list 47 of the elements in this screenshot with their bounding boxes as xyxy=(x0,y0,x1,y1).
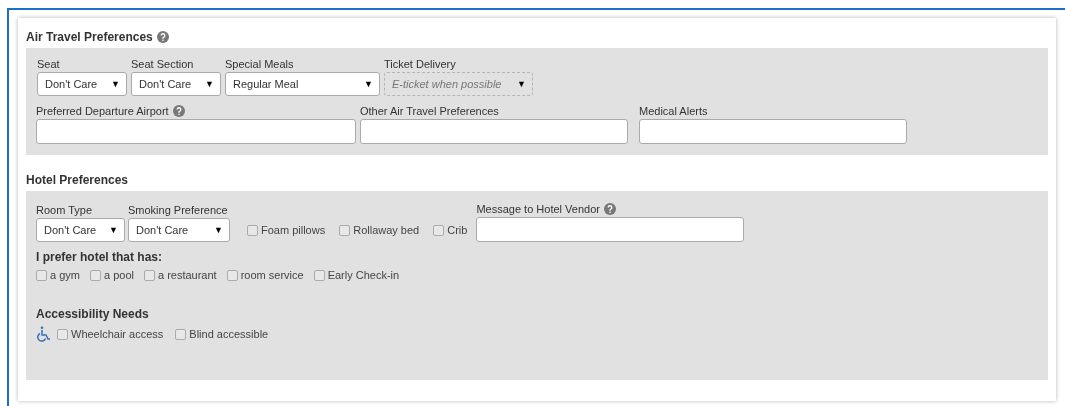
text-input[interactable] xyxy=(476,217,745,242)
checkbox-option[interactable]: room service xyxy=(226,269,304,281)
dropdown[interactable]: Don't Care ▼ xyxy=(128,218,230,242)
dropdown[interactable]: Don't Care ▼ xyxy=(36,218,125,242)
wheelchair-icon xyxy=(36,326,51,342)
section-title: Hotel Preferences xyxy=(26,173,129,187)
checkbox-option[interactable]: Wheelchair access xyxy=(57,328,164,340)
checkbox-option[interactable]: a pool xyxy=(89,269,134,281)
amenities-heading: I prefer hotel that has: xyxy=(36,250,164,266)
dropdown[interactable]: Don't Care ▼ xyxy=(131,72,221,96)
field-label: Preferred Departure Airport xyxy=(36,105,169,117)
help-icon[interactable] xyxy=(603,203,616,215)
checkbox[interactable] xyxy=(175,328,187,340)
checkbox[interactable] xyxy=(433,224,445,236)
field-label: Special Meals xyxy=(225,57,295,72)
text-input[interactable] xyxy=(360,119,628,144)
field-label: Other Air Travel Preferences xyxy=(360,105,499,117)
checkbox[interactable] xyxy=(247,224,258,236)
section-title: Air Travel Preferences xyxy=(26,30,153,44)
checkbox-option[interactable]: a restaurant xyxy=(143,269,217,281)
text-input[interactable] xyxy=(639,119,907,144)
help-icon[interactable] xyxy=(172,105,185,117)
dropdown[interactable]: Regular Meal ▼ xyxy=(225,72,380,96)
checkbox[interactable] xyxy=(226,269,238,281)
text-input[interactable] xyxy=(36,119,356,144)
checkbox[interactable] xyxy=(36,269,47,281)
field-label: Seat Section xyxy=(131,57,195,72)
checkbox[interactable] xyxy=(339,224,351,236)
checkbox-option[interactable]: Blind accessible xyxy=(175,328,269,340)
checkbox[interactable] xyxy=(313,269,325,281)
checkbox[interactable] xyxy=(57,328,68,340)
checkbox-option[interactable]: a gym xyxy=(36,269,80,281)
field-label: Smoking Preference xyxy=(128,203,229,218)
accessibility-heading: Accessibility Needs xyxy=(36,307,150,323)
field-label: Ticket Delivery xyxy=(384,57,457,72)
field-label: Message to Hotel Vendor xyxy=(476,203,600,215)
checkbox-option[interactable]: Early Check-in xyxy=(313,269,400,281)
field-label: Medical Alerts xyxy=(639,105,708,117)
field-label: Room Type xyxy=(36,203,94,218)
checkbox-option[interactable]: Crib xyxy=(433,224,468,236)
field-label: Seat xyxy=(37,57,61,72)
checkbox[interactable] xyxy=(143,269,155,281)
checkbox[interactable] xyxy=(89,269,101,281)
checkbox-option[interactable]: Foam pillows xyxy=(247,224,326,236)
dropdown[interactable]: Don't Care ▼ xyxy=(37,72,127,96)
help-icon[interactable] xyxy=(156,31,169,43)
checkbox-option[interactable]: Rollaway bed xyxy=(339,224,420,236)
